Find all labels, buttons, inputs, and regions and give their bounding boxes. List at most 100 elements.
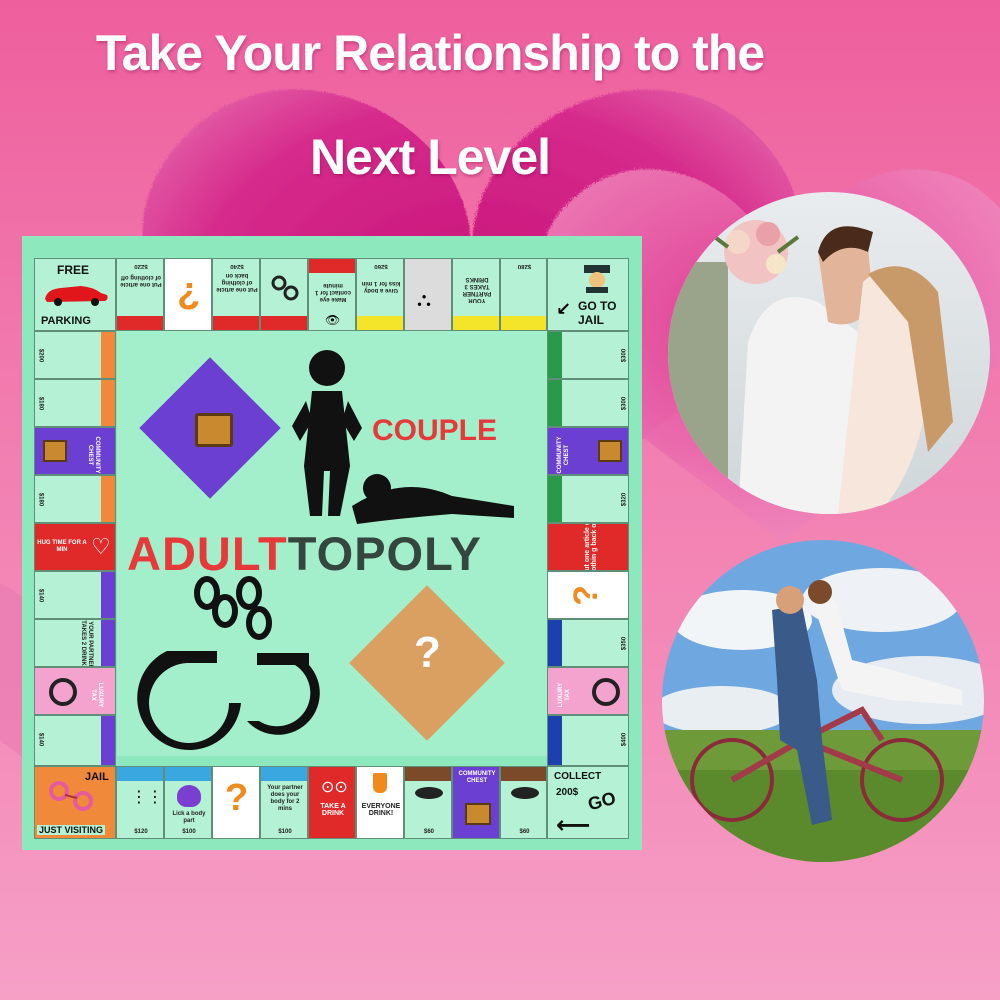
left-cell-7: YOUR PARTNER TAKES 2 DRINKS: [34, 619, 116, 667]
lips-icon-2: [511, 787, 539, 799]
bottom-cell-1: ⋮⋮ $120: [116, 766, 164, 839]
top-cell-9: $280: [500, 258, 547, 331]
left-cell-2-price: $180: [37, 396, 44, 411]
bottom-cell-8: COMMUNITY CHEST: [452, 766, 500, 839]
just-visiting-label: JUST VISITING: [37, 825, 106, 835]
parking-label: PARKING: [41, 315, 91, 327]
right-cell-9: $400: [547, 715, 629, 766]
police-officer-icon: [584, 265, 610, 293]
bottom-cell-2-price: $100: [182, 829, 196, 835]
corner-go: COLLECT 200$ GO ⟵: [547, 766, 629, 839]
bottom-cell-6: EVERYONE DRINK!: [356, 766, 404, 839]
eye-icon: 👁: [325, 313, 341, 327]
red-car-icon: [45, 286, 108, 306]
chest-icon: [43, 440, 67, 462]
top-cell-8-text: YOUR PARTNER TAKES 3 DRINKS: [462, 276, 492, 303]
left-cell-1-price: $200: [37, 348, 44, 363]
bottom-cell-3: ?: [212, 766, 260, 839]
question-mark-icon: ?: [177, 274, 201, 316]
top-cell-6-price: $260: [374, 263, 388, 269]
right-cell-3: COMMUNITY CHEST: [547, 427, 629, 475]
bottom-cell-8-text: COMMUNITY CHEST: [458, 771, 496, 784]
top-cell-8: YOUR PARTNER TAKES 3 DRINKS: [452, 258, 500, 331]
chance-question-icon: ?: [414, 628, 441, 677]
drink-glass-icon: [373, 773, 387, 793]
right-cell-5-text: Put one article of clothin g back on.: [584, 523, 598, 571]
couple-title: COUPLE: [372, 414, 498, 447]
right-cell-7: $350: [547, 619, 629, 667]
chest-bottom-icon: [465, 803, 491, 825]
question-mark-right-icon: ?: [566, 585, 605, 606]
top-cell-7: ⛬: [404, 258, 452, 331]
game-board: FREE PARKING GO TO JAIL ↙ JAIL JUST VISI…: [22, 236, 642, 850]
top-cell-3-text: Put one article of clothing back on: [216, 272, 258, 292]
handcuff-icon: [271, 275, 299, 301]
left-cell-3: COMMUNITY CHEST: [34, 427, 116, 475]
top-cell-4: [260, 258, 308, 331]
top-cell-3-price: $240: [230, 263, 244, 269]
top-cell-5-text: Make eye contact for 1 minute: [315, 282, 352, 302]
lips-icon: [415, 787, 443, 799]
bicycle-couple-photo: [662, 540, 984, 862]
right-cell-7-price: $350: [621, 636, 628, 651]
go-to-label: GO TO: [578, 299, 617, 313]
bicycle-photo-illustration: [662, 540, 984, 862]
right-cell-1: $300: [547, 331, 629, 379]
corner-jail: JAIL JUST VISITING: [34, 766, 116, 839]
bottom-cell-2: Lick a body part $100: [164, 766, 212, 839]
treasure-chest-icon: [195, 413, 233, 447]
bottom-cell-7: $60: [404, 766, 452, 839]
corner-go-to-jail: GO TO JAIL ↙: [547, 258, 629, 331]
right-cell-4: $320: [547, 475, 629, 523]
cup-icon: ⛬: [417, 289, 431, 311]
top-cell-1: Put one article of clothing off $220: [116, 258, 164, 331]
right-cell-9-price: $400: [621, 732, 628, 747]
headline-line-1: Take Your Relationship to the: [95, 25, 765, 81]
left-cell-6-price: $140: [37, 588, 44, 603]
collect-label: COLLECT: [554, 771, 602, 782]
jail-label: JAIL: [578, 313, 605, 327]
pink-handcuffs-icon: [49, 781, 93, 811]
top-cell-6-text: Give a body kiss for 1 min: [361, 280, 401, 293]
right-cell-4-price: $320: [621, 492, 628, 507]
bottom-cell-4: Your partner does your body for 2 mins $…: [260, 766, 308, 839]
handcuffs-graphic: [137, 576, 320, 751]
heart-icon: ♡: [91, 534, 111, 559]
bottom-cell-9-price: $60: [519, 829, 530, 835]
top-cell-2: ?: [164, 258, 212, 331]
left-cell-1: $200: [34, 331, 116, 379]
free-label: FREE: [57, 263, 90, 277]
glasses-icon: ⊙⊙: [321, 779, 348, 796]
right-cell-2-price: $300: [621, 396, 628, 411]
footprints-icon: ⋮⋮: [131, 789, 163, 806]
bottom-cell-6-text: EVERYONE DRINK!: [361, 803, 401, 817]
wedding-photo-illustration: [668, 192, 990, 514]
left-cell-9: $140: [34, 715, 116, 766]
top-cell-1-price: $220: [134, 263, 148, 269]
left-cell-4-price: $180: [37, 492, 44, 507]
bottom-cell-7-price: $60: [423, 829, 434, 835]
right-cell-5: Put one article of clothin g back on.: [547, 523, 629, 571]
left-cell-3-text: COMMUNITY CHEST: [87, 436, 100, 474]
chest-icon-right: [598, 440, 622, 462]
bottom-cell-9: $60: [500, 766, 547, 839]
top-cell-5: Make eye contact for 1 minute 👁: [308, 258, 356, 331]
left-cell-8-text: LUXURY TAX: [90, 682, 103, 708]
title-opoly-part: OPOLY: [316, 527, 482, 580]
bottom-cell-2-text: Lick a body part: [172, 811, 206, 824]
wedding-couple-photo: [668, 192, 990, 514]
ring-icon: [49, 678, 77, 706]
left-arrow-icon: ⟵: [556, 812, 591, 839]
bottom-cell-4-price: $100: [278, 829, 292, 835]
left-cell-9-price: $140: [37, 732, 44, 747]
go-label: GO: [585, 787, 618, 815]
bottom-cell-5-text: TAKE A DRINK: [320, 803, 346, 817]
question-mark-bottom-icon: ?: [225, 777, 249, 819]
right-cell-8-text: LUXURY TAX: [558, 682, 571, 708]
corner-free-parking: FREE PARKING: [34, 258, 116, 331]
left-cell-4: $180: [34, 475, 116, 523]
top-cell-1-text: Put one article of clothing off: [120, 274, 162, 287]
top-cell-9-price: $280: [517, 263, 532, 269]
right-cell-6: ?: [547, 571, 629, 619]
ring-icon-right: [592, 678, 620, 706]
